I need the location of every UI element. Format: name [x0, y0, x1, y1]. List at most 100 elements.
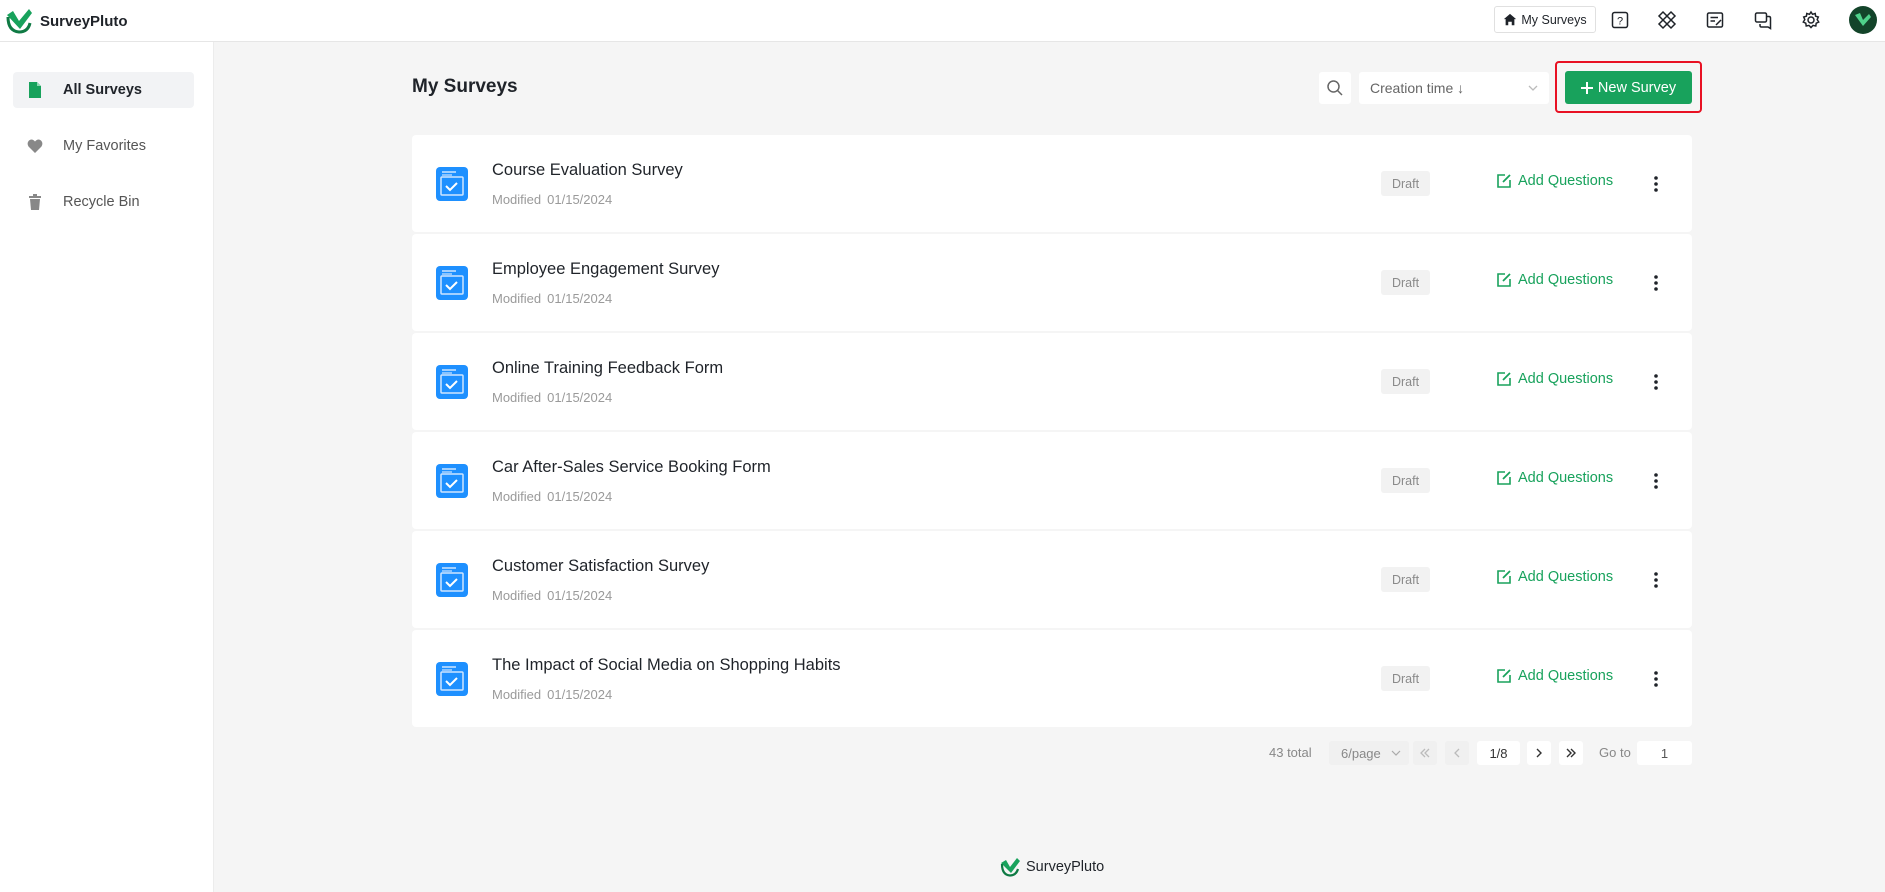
- survey-modified: Modified 01/15/2024: [492, 390, 612, 405]
- more-options-icon[interactable]: [1646, 569, 1666, 591]
- settings-icon[interactable]: [1800, 9, 1822, 31]
- modified-date: 01/15/2024: [547, 489, 613, 504]
- more-options-icon[interactable]: [1646, 470, 1666, 492]
- sort-select[interactable]: Creation time ↓: [1359, 72, 1549, 104]
- sidebar-item-label: My Favorites: [63, 138, 146, 154]
- modified-date: 01/15/2024: [547, 192, 613, 207]
- help-icon[interactable]: ?: [1609, 9, 1631, 31]
- chat-icon[interactable]: [1752, 9, 1774, 31]
- edit-icon: [1497, 570, 1511, 584]
- survey-title[interactable]: The Impact of Social Media on Shopping H…: [492, 656, 841, 675]
- add-questions-button[interactable]: Add Questions: [1496, 371, 1613, 387]
- footer-brand-name: SurveyPluto: [1026, 859, 1105, 875]
- top-bar: SurveyPluto My Surveys ?: [0, 0, 1885, 42]
- survey-row[interactable]: Online Training Feedback Form Modified 0…: [412, 333, 1692, 430]
- status-badge: Draft: [1381, 270, 1430, 295]
- file-icon: [29, 82, 41, 98]
- modified-label: Modified: [492, 192, 542, 207]
- last-page-button[interactable]: [1559, 741, 1583, 765]
- modified-label: Modified: [492, 390, 542, 405]
- modified-label: Modified: [492, 687, 542, 702]
- new-survey-button[interactable]: New Survey: [1565, 71, 1692, 104]
- modified-label: Modified: [492, 588, 542, 603]
- my-surveys-button[interactable]: My Surveys: [1494, 6, 1596, 33]
- page-size-select[interactable]: 6/page: [1329, 741, 1409, 765]
- survey-row[interactable]: Employee Engagement Survey Modified 01/1…: [412, 234, 1692, 331]
- first-page-button[interactable]: [1413, 741, 1437, 765]
- goto-page-input[interactable]: 1: [1637, 741, 1692, 765]
- search-button[interactable]: [1319, 72, 1351, 104]
- status-badge: Draft: [1381, 369, 1430, 394]
- sidebar: All Surveys My Favorites Recycle Bin: [0, 42, 214, 892]
- double-chevron-left-icon: [1420, 748, 1430, 758]
- sidebar-item-recycle-bin[interactable]: Recycle Bin: [13, 184, 194, 220]
- modified-date: 01/15/2024: [547, 291, 613, 306]
- survey-row[interactable]: Customer Satisfaction Survey Modified 01…: [412, 531, 1692, 628]
- sidebar-item-label: Recycle Bin: [63, 194, 140, 210]
- next-page-button[interactable]: [1527, 741, 1551, 765]
- add-questions-button[interactable]: Add Questions: [1496, 173, 1613, 189]
- survey-title[interactable]: Online Training Feedback Form: [492, 359, 723, 378]
- plus-icon: [1580, 81, 1593, 94]
- sidebar-item-all-surveys[interactable]: All Surveys: [13, 72, 194, 108]
- status-badge: Draft: [1381, 171, 1430, 196]
- survey-row[interactable]: Car After-Sales Service Booking Form Mod…: [412, 432, 1692, 529]
- survey-modified: Modified 01/15/2024: [492, 489, 612, 504]
- add-questions-button[interactable]: Add Questions: [1496, 668, 1613, 684]
- survey-modified: Modified 01/15/2024: [492, 588, 612, 603]
- survey-title[interactable]: Course Evaluation Survey: [492, 161, 683, 180]
- add-questions-label: Add Questions: [1518, 470, 1614, 486]
- edit-icon: [1497, 669, 1511, 683]
- logo-icon: [1000, 858, 1020, 877]
- survey-modified: Modified 01/15/2024: [492, 192, 612, 207]
- add-questions-button[interactable]: Add Questions: [1496, 569, 1613, 585]
- sidebar-item-my-favorites[interactable]: My Favorites: [13, 128, 194, 164]
- chevron-left-icon: [1454, 748, 1460, 758]
- survey-title[interactable]: Customer Satisfaction Survey: [492, 557, 709, 576]
- more-options-icon[interactable]: [1646, 668, 1666, 690]
- add-questions-label: Add Questions: [1518, 173, 1614, 189]
- page-size-value: 6/page: [1341, 745, 1381, 761]
- prev-page-button[interactable]: [1445, 741, 1469, 765]
- current-page: 1/8: [1477, 741, 1520, 765]
- status-badge: Draft: [1381, 567, 1430, 592]
- chevron-down-icon: [1391, 750, 1401, 756]
- modified-label: Modified: [492, 489, 542, 504]
- survey-row[interactable]: Course Evaluation Survey Modified 01/15/…: [412, 135, 1692, 232]
- page-title: My Surveys: [412, 76, 518, 97]
- status-badge: Draft: [1381, 666, 1430, 691]
- more-options-icon[interactable]: [1646, 272, 1666, 294]
- survey-title[interactable]: Employee Engagement Survey: [492, 260, 719, 279]
- more-options-icon[interactable]: [1646, 371, 1666, 393]
- survey-file-icon: [436, 365, 468, 399]
- edit-note-icon[interactable]: [1704, 9, 1726, 31]
- add-questions-button[interactable]: Add Questions: [1496, 470, 1613, 486]
- logo-icon: [6, 9, 32, 34]
- edit-icon: [1497, 372, 1511, 386]
- brand[interactable]: SurveyPluto: [4, 7, 128, 35]
- new-survey-label: New Survey: [1597, 79, 1677, 96]
- avatar[interactable]: [1849, 6, 1877, 34]
- search-icon: [1327, 80, 1343, 96]
- survey-file-icon: [436, 464, 468, 498]
- edit-icon: [1497, 174, 1511, 188]
- edit-icon: [1497, 471, 1511, 485]
- survey-modified: Modified 01/15/2024: [492, 291, 612, 306]
- survey-row[interactable]: The Impact of Social Media on Shopping H…: [412, 630, 1692, 727]
- apps-icon[interactable]: [1656, 9, 1678, 31]
- survey-title[interactable]: Car After-Sales Service Booking Form: [492, 458, 771, 477]
- goto-label: Go to: [1599, 745, 1631, 760]
- add-questions-label: Add Questions: [1518, 668, 1614, 684]
- more-options-icon[interactable]: [1646, 173, 1666, 195]
- my-surveys-label: My Surveys: [1521, 12, 1587, 27]
- heart-icon: [27, 139, 43, 153]
- status-badge: Draft: [1381, 468, 1430, 493]
- modified-label: Modified: [492, 291, 542, 306]
- add-questions-button[interactable]: Add Questions: [1496, 272, 1613, 288]
- survey-modified: Modified 01/15/2024: [492, 687, 612, 702]
- modified-date: 01/15/2024: [547, 390, 613, 405]
- sidebar-item-label: All Surveys: [63, 82, 142, 98]
- avatar-icon: [1855, 13, 1871, 26]
- survey-file-icon: [436, 563, 468, 597]
- pagination-total: 43 total: [1269, 745, 1312, 760]
